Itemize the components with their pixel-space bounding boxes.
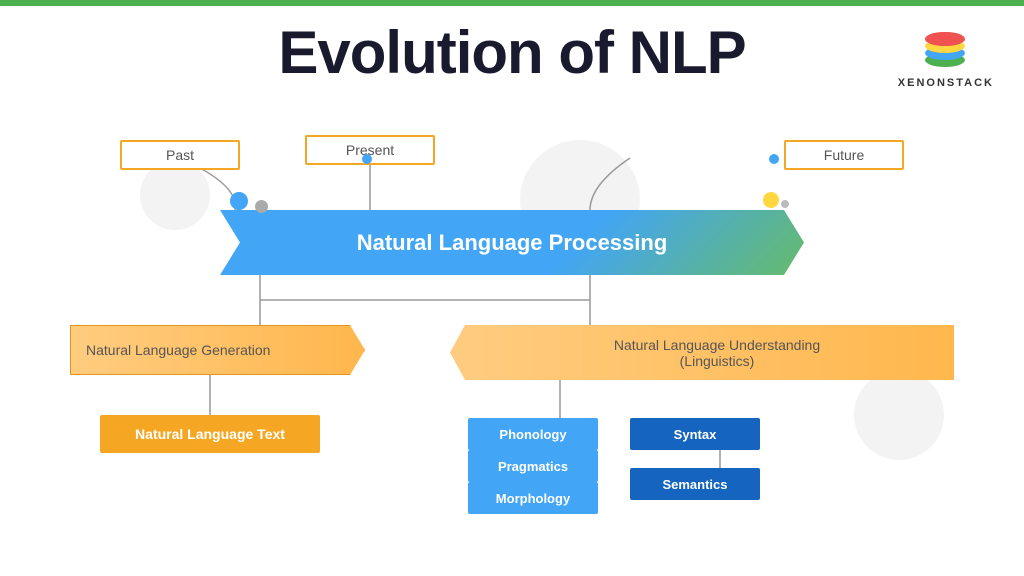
dot-yellow bbox=[763, 192, 779, 208]
nlt-box: Natural Language Text bbox=[100, 415, 320, 453]
dot-blue-small bbox=[362, 154, 372, 164]
logo-area: XENONSTACK bbox=[898, 18, 994, 89]
future-box: Future bbox=[784, 140, 904, 170]
syntax-box: Syntax bbox=[630, 418, 760, 450]
top-border bbox=[0, 0, 1024, 6]
nlu-box: Natural Language Understanding(Linguisti… bbox=[450, 325, 954, 380]
page-title: Evolution of NLP bbox=[0, 18, 1024, 87]
diagram-container: Past Present Future Natural Language Pro… bbox=[60, 130, 964, 556]
pragmatics-box: Pragmatics bbox=[468, 450, 598, 482]
nlp-box: Natural Language Processing bbox=[220, 210, 804, 275]
nlg-box: Natural Language Generation bbox=[70, 325, 365, 375]
past-box: Past bbox=[120, 140, 240, 170]
dot-blue-large bbox=[230, 192, 248, 210]
phonology-box: Phonology bbox=[468, 418, 598, 450]
semantics-box: Semantics bbox=[630, 468, 760, 500]
xenonstack-logo-icon bbox=[918, 18, 973, 73]
dot-blue-right bbox=[769, 154, 779, 164]
dot-gray bbox=[255, 200, 268, 213]
nlu-text: Natural Language Understanding(Linguisti… bbox=[614, 337, 820, 369]
logo-text: XENONSTACK bbox=[898, 77, 994, 89]
morphology-box: Morphology bbox=[468, 482, 598, 514]
dot-gray-small bbox=[781, 200, 789, 208]
